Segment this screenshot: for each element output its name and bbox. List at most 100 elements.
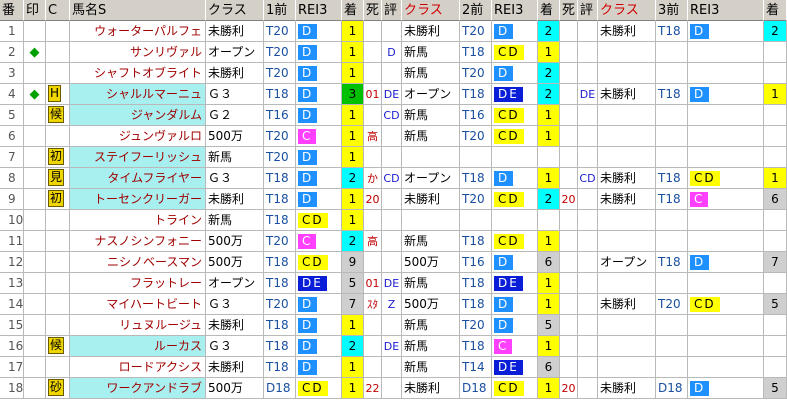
table-row[interactable]: 13 フラットレー オープン T18 DE 5 01 DE 新馬 T18 DE 1 — [0, 273, 787, 294]
race2-distance-cell: T18 — [460, 231, 492, 252]
horse-name-cell[interactable]: シャフトオブライト — [70, 63, 206, 84]
header-name[interactable]: 馬名S — [70, 0, 206, 21]
table-row[interactable]: 6 ジュンヴァルロ 500万 T20 C 1 高新馬 T20 CD 1 — [0, 126, 787, 147]
race2-rating-cell: CD — [492, 126, 538, 147]
table-row[interactable]: 9 初トーセンクリーガー 未勝利 T18 D 1 20 未勝利 T20 CD 2 20 未勝利 T18 C 6 — [0, 189, 787, 210]
race1-rating-cell: DE — [296, 273, 342, 294]
row-number: 9 — [8, 192, 16, 206]
header-zen2[interactable]: 2前 — [460, 0, 492, 21]
table-row[interactable]: 11 ナスノシンフォニー 500万 T20 C 2 高 新馬 T18 CD 1 — [0, 231, 787, 252]
race3-finish-cell — [764, 126, 787, 147]
race2-eval-cell — [578, 210, 598, 231]
table-row[interactable]: 16 候 ルーカス Ｇ３ T18 D 2 DE 新馬 T18 C 1 — [0, 336, 787, 357]
header-cha3[interactable]: 着 — [764, 0, 787, 21]
race2-rating-cell: CD — [492, 231, 538, 252]
table-row[interactable]: 4 ◆ H シャルルマーニュ Ｇ３ T18 D 3 01 DE オープン T18 DE 2 DE 未勝利 T18… — [0, 84, 787, 105]
horse-name-cell[interactable]: ナスノシンフォニー — [70, 231, 206, 252]
horse-name-cell[interactable]: サンリヴァル — [70, 42, 206, 63]
race1-class-cell: Ｇ３ — [206, 294, 264, 315]
header-cha1[interactable]: 着 — [342, 0, 364, 21]
race2-finish: 1 — [544, 129, 553, 143]
header-rei3[interactable]: REI3 — [688, 0, 764, 21]
horse-name-cell[interactable]: ロードアクシス — [70, 357, 206, 378]
header-mark[interactable]: 印 — [24, 0, 46, 21]
horse-name-cell[interactable]: ジュンヴァルロ — [70, 126, 206, 147]
race1-rating-badge: DE — [298, 276, 327, 291]
header-zen1[interactable]: 1前 — [264, 0, 296, 21]
header-ev1[interactable]: 評 — [382, 0, 402, 21]
race2-class-cell: 未勝利 — [402, 378, 460, 399]
race1-finish-cell: 5 — [342, 273, 364, 294]
header-c[interactable]: C — [46, 0, 70, 21]
horse-name-cell[interactable]: ウォーターパルフェ — [70, 21, 206, 42]
race1-finish: 2 — [348, 339, 357, 353]
race2-rating-badge: D — [494, 318, 514, 333]
race3-distance: D18 — [658, 381, 683, 395]
header-sm2[interactable]: 死 — [560, 0, 578, 21]
header-kla2[interactable]: クラス — [402, 0, 460, 21]
table-row[interactable]: 18 砂 ワークアンドラブ 500万 D18 CD 1 22 未勝利 D18 CD 1 20 未勝利 D18… — [0, 378, 787, 399]
race1-finish-cell: 1 — [342, 210, 364, 231]
race1-finish-cell: 1 — [342, 315, 364, 336]
table-row[interactable]: 1 ウォーターパルフェ 未勝利 T20 D 1 未勝利 T20 D 2 未勝利 T18 D 2 — [0, 21, 787, 42]
race2-pace-cell — [560, 147, 578, 168]
header-kla3[interactable]: クラス — [598, 0, 656, 21]
horse-name-cell[interactable]: シャルルマーニュ — [70, 84, 206, 105]
header-zen3[interactable]: 3前 — [656, 0, 688, 21]
table-row[interactable]: 3 シャフトオブライト 未勝利 T20 D 1 新馬 T20 D 2 — [0, 63, 787, 84]
race1-rating-badge: D — [298, 360, 318, 375]
prediction-mark-cell — [24, 294, 46, 315]
race1-distance: T16 — [266, 108, 289, 122]
header-rei2[interactable]: REI3 — [492, 0, 538, 21]
horse-name-cell[interactable]: タイムフライヤー — [70, 168, 206, 189]
horse-name-cell[interactable]: ワークアンドラブ — [70, 378, 206, 399]
race3-class: 未勝利 — [600, 87, 637, 101]
header-cha2[interactable]: 着 — [538, 0, 560, 21]
table-row[interactable]: 5 候 ジャンダルム Ｇ２ T16 D 1 CD 新馬 T16 CD 1 — [0, 105, 787, 126]
race2-class: 新馬 — [404, 66, 429, 80]
race1-finish: 5 — [348, 276, 357, 290]
race1-finish-cell: 1 — [342, 189, 364, 210]
horse-name-cell[interactable]: リュヌルージュ — [70, 315, 206, 336]
horse-name-cell[interactable]: トライン — [70, 210, 206, 231]
race1-eval-cell — [382, 357, 402, 378]
race1-class: 未勝利 — [208, 66, 245, 80]
race1-distance: T20 — [266, 45, 289, 59]
race2-rating-badge: DE — [494, 360, 523, 375]
header-name-label: 馬名S — [72, 3, 107, 18]
header-sm1[interactable]: 死 — [364, 0, 382, 21]
header-num[interactable]: 番 — [0, 0, 24, 21]
race1-class-cell: 未勝利 — [206, 357, 264, 378]
header-kla1[interactable]: クラス — [206, 0, 264, 21]
race2-class-cell: オープン — [402, 168, 460, 189]
race2-distance-cell: T20 — [460, 21, 492, 42]
horse-name-cell[interactable]: ステイフーリッシュ — [70, 147, 206, 168]
horse-name-cell[interactable]: ジャンダルム — [70, 105, 206, 126]
race1-distance: T20 — [266, 66, 289, 80]
table-row[interactable]: 14 マイハートビート Ｇ３ T20 D 7 ｽﾀ Z 500万 T18 D 1 未勝利 T20 CD 5 — [0, 294, 787, 315]
race2-finish-cell — [538, 210, 560, 231]
table-row[interactable]: 15 リュヌルージュ 未勝利 T18 D 1 新馬 T20 D 5 — [0, 315, 787, 336]
header-rei1[interactable]: REI3 — [296, 0, 342, 21]
table-row[interactable]: 2 ◆ サンリヴァル オープン T20 D 1 D 新馬 T18 CD 1 — [0, 42, 787, 63]
race1-pace: 01 — [365, 277, 380, 290]
race3-rating-cell — [688, 336, 764, 357]
horse-name-cell[interactable]: ルーカス — [70, 336, 206, 357]
row-number: 3 — [8, 66, 16, 80]
race1-class-cell: 500万 — [206, 231, 264, 252]
horse-name-cell[interactable]: ニシノベースマン — [70, 252, 206, 273]
race1-finish: 1 — [348, 213, 357, 227]
race1-rating-badge: C — [298, 234, 317, 249]
table-row[interactable]: 7 初 ステイフーリッシュ 新馬 T20 D 1 — [0, 147, 787, 168]
table-row[interactable]: 10 トライン 新馬 T18 CD 1 — [0, 210, 787, 231]
race2-finish-cell: 6 — [538, 357, 560, 378]
horse-name-cell[interactable]: フラットレー — [70, 273, 206, 294]
race3-rating-cell: CD — [688, 168, 764, 189]
table-row[interactable]: 12 ニシノベースマン 500万 T18 CD 9 500万 T16 D 6 オープン T18 D 7 — [0, 252, 787, 273]
table-row[interactable]: 17 ロードアクシス 未勝利 T18 D 1 新馬 T14 DE 6 — [0, 357, 787, 378]
table-row[interactable]: 8 見 タイムフライヤー Ｇ３ T18 D 2 か CD オープン T18 D 1 CD 未勝利 T18 CD 1 — [0, 168, 787, 189]
horse-name-cell[interactable]: トーセンクリーガー — [70, 189, 206, 210]
race2-finish: 2 — [544, 66, 553, 80]
horse-name-cell[interactable]: マイハートビート — [70, 294, 206, 315]
header-ev2[interactable]: 評 — [578, 0, 598, 21]
